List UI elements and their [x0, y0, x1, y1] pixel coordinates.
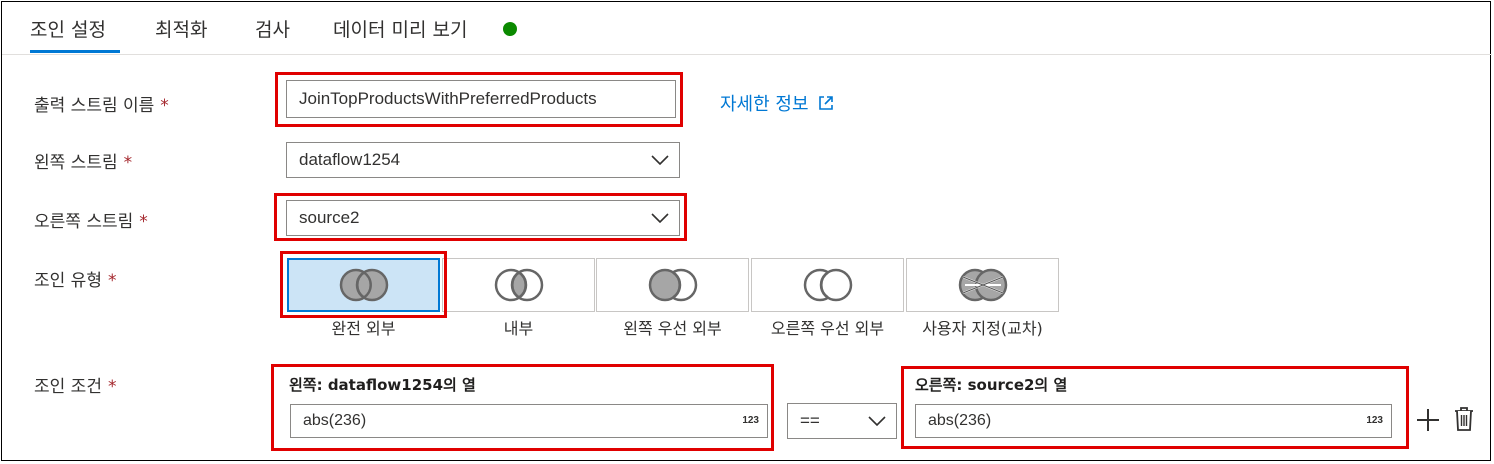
- type-badge: 123: [742, 415, 759, 426]
- full-outer-join-icon: [339, 268, 388, 302]
- right-stream-dropdown[interactable]: source2: [286, 200, 680, 236]
- left-stream-value: dataflow1254: [299, 150, 401, 169]
- join-type-label: 조인 유형 *: [34, 266, 116, 291]
- left-columns-header: 왼쪽: dataflow1254의 열: [289, 376, 476, 394]
- operator-value: ==: [800, 411, 820, 430]
- left-column-input[interactable]: abs(236) 123: [290, 404, 768, 438]
- cross-join-icon: [958, 268, 1007, 302]
- output-stream-label-text: 출력 스트림 이름: [34, 96, 155, 116]
- external-link-icon: [818, 96, 833, 110]
- status-dot-icon: [503, 22, 517, 36]
- join-type-label-text: 조인 유형: [34, 271, 102, 291]
- join-conditions-label: 조인 조건 *: [34, 372, 116, 397]
- join-type-left-outer[interactable]: [596, 258, 749, 312]
- tab-inspect[interactable]: 검사: [255, 15, 290, 42]
- add-icon[interactable]: [1415, 407, 1441, 433]
- chevron-down-icon: [651, 155, 669, 165]
- inner-join-icon: [494, 268, 543, 302]
- tab-join-settings[interactable]: 조인 설정: [30, 15, 106, 42]
- join-type-inner-label: 내부: [503, 319, 534, 338]
- output-stream-label: 출력 스트림 이름 *: [34, 91, 169, 116]
- type-badge: 123: [1366, 415, 1383, 426]
- chevron-down-icon: [868, 416, 886, 426]
- tab-data-preview[interactable]: 데이터 미리 보기: [333, 15, 467, 42]
- join-type-inner[interactable]: [442, 258, 595, 312]
- join-type-left-outer-label: 왼쪽 우선 외부: [623, 319, 722, 338]
- join-type-custom-cross[interactable]: [906, 258, 1059, 312]
- left-stream-dropdown[interactable]: dataflow1254: [286, 142, 680, 178]
- join-type-full-outer[interactable]: [287, 258, 440, 312]
- left-stream-label-text: 왼쪽 스트림: [34, 153, 118, 173]
- required-marker: *: [160, 96, 169, 116]
- learn-more-link[interactable]: 자세한 정보: [720, 90, 835, 116]
- right-stream-value: source2: [299, 208, 360, 227]
- tab-bar: 조인 설정 최적화 검사 데이터 미리 보기: [2, 2, 1492, 55]
- learn-more-label: 자세한 정보: [720, 94, 809, 115]
- active-tab-indicator: [30, 50, 120, 53]
- right-stream-label-text: 오른쪽 스트림: [34, 212, 134, 232]
- join-type-custom-cross-label: 사용자 지정(교차): [922, 319, 1043, 338]
- left-column-value: abs(236): [303, 412, 367, 429]
- join-type-right-outer[interactable]: [751, 258, 904, 312]
- join-settings-panel: 조인 설정 최적화 검사 데이터 미리 보기 출력 스트림 이름* 자세한 정보…: [1, 1, 1492, 461]
- chevron-down-icon: [651, 213, 669, 223]
- operator-dropdown[interactable]: ==: [787, 403, 897, 439]
- join-conditions-label-text: 조인 조건: [34, 377, 102, 397]
- required-marker: *: [139, 212, 148, 232]
- right-stream-label: 오른쪽 스트림 *: [34, 207, 148, 232]
- left-stream-label: 왼쪽 스트림 *: [34, 148, 132, 173]
- join-type-right-outer-label: 오른쪽 우선 외부: [770, 319, 885, 338]
- required-marker: *: [107, 271, 117, 291]
- required-marker: *: [107, 377, 117, 397]
- join-type-full-outer-label: 완전 외부: [331, 319, 396, 338]
- right-outer-join-icon: [803, 268, 852, 302]
- right-column-value: abs(236): [928, 412, 992, 429]
- output-stream-name-input[interactable]: [286, 80, 676, 118]
- right-columns-header: 오른쪽: source2의 열: [915, 376, 1068, 394]
- right-column-input[interactable]: abs(236) 123: [915, 404, 1392, 438]
- required-marker: *: [123, 153, 133, 173]
- tab-optimize[interactable]: 최적화: [155, 15, 207, 42]
- left-outer-join-icon: [648, 268, 697, 302]
- delete-icon[interactable]: [1453, 406, 1475, 432]
